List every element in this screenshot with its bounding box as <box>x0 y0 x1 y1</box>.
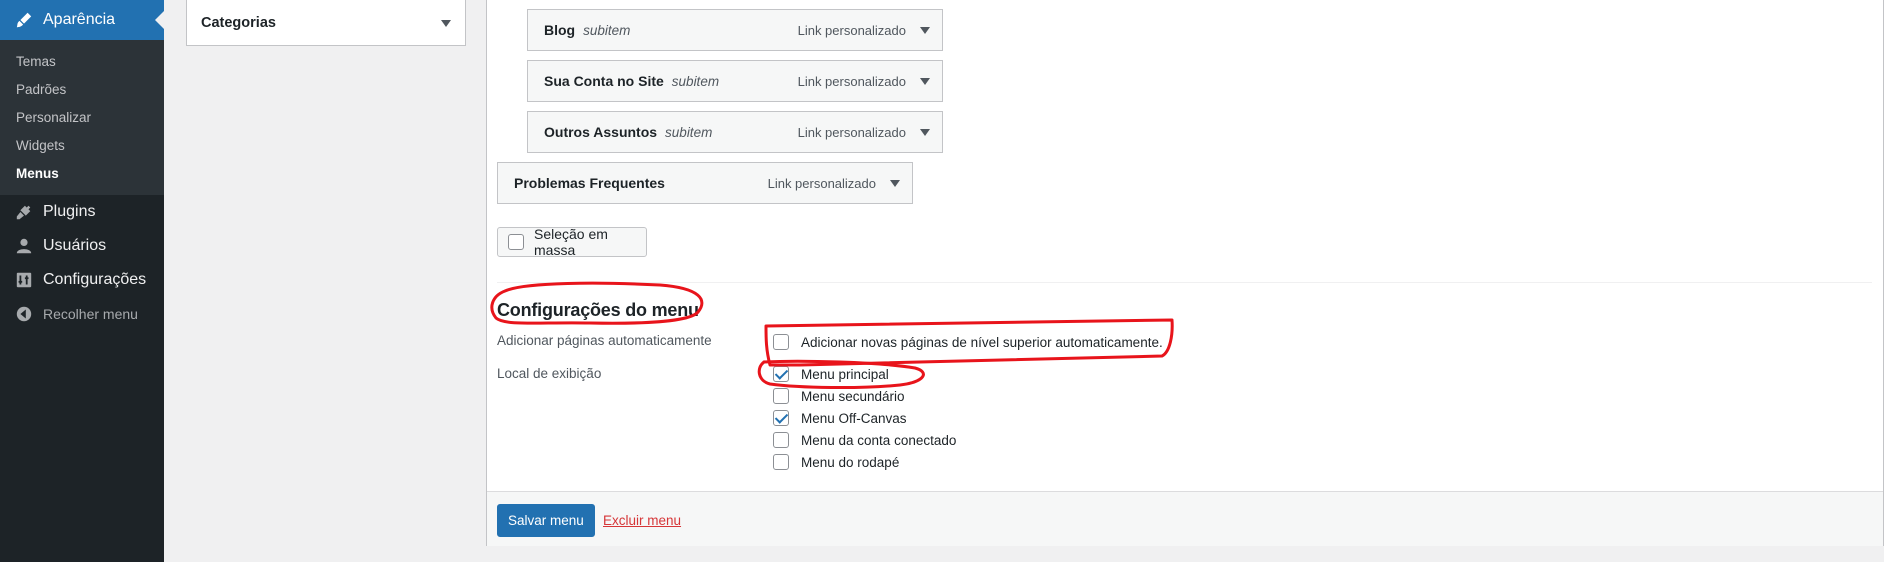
chevron-down-icon[interactable] <box>920 129 930 136</box>
menu-item-subtitle: subitem <box>583 22 631 38</box>
menu-item-title: Outros Assuntos <box>544 124 658 140</box>
bulk-select-button[interactable]: Seleção em massa <box>497 226 647 258</box>
menu-edit-panel: Blog subitem Link personalizado Sua Cont… <box>486 0 1884 546</box>
sidebar-item-label: Plugins <box>43 203 96 220</box>
collapse-icon <box>14 304 34 324</box>
location-label: Menu da conta conectado <box>801 432 957 448</box>
delete-menu-link[interactable]: Excluir menu <box>603 513 681 528</box>
auto-add-checkbox[interactable] <box>773 334 789 350</box>
submenu-menus[interactable]: Menus <box>0 160 164 188</box>
menu-item-outros-assuntos[interactable]: Outros Assuntos subitem Link personaliza… <box>527 111 943 153</box>
section-divider <box>497 282 1872 283</box>
user-icon <box>14 236 34 256</box>
location-option-secundario[interactable]: Menu secundário <box>773 386 905 406</box>
menu-item-type: Link personalizado <box>797 125 906 140</box>
location-checkbox-conta-conectado[interactable] <box>773 432 789 448</box>
menu-item-type: Link personalizado <box>767 176 876 191</box>
menu-item-title: Blog <box>544 22 576 38</box>
chevron-down-icon[interactable] <box>441 20 451 27</box>
menu-footer: Salvar menu Excluir menu <box>487 491 1883 546</box>
chevron-down-icon[interactable] <box>890 180 900 187</box>
categories-title: Categorias <box>201 14 276 31</box>
menu-item-problemas-frequentes[interactable]: Problemas Frequentes Link personalizado <box>497 162 913 204</box>
locations-label: Local de exibição <box>497 366 602 381</box>
sidebar-submenu: Temas Padrões Personalizar Widgets Menus <box>0 40 164 195</box>
location-label: Menu do rodapé <box>801 454 900 470</box>
chevron-down-icon[interactable] <box>920 78 930 85</box>
sidebar-item-label: Usuários <box>43 237 107 254</box>
sidebar-item-label: Configurações <box>43 271 147 288</box>
location-label: Menu secundário <box>801 388 905 404</box>
menu-item-subtitle: subitem <box>665 124 713 140</box>
paintbrush-icon <box>14 10 34 30</box>
admin-sidebar: Aparência Temas Padrões Personalizar Wid… <box>0 0 164 562</box>
menu-item-type: Link personalizado <box>797 23 906 38</box>
submenu-padroes[interactable]: Padrões <box>0 76 164 104</box>
location-label: Menu Off-Canvas <box>801 410 907 426</box>
sidebar-collapse-menu[interactable]: Recolher menu <box>0 297 164 331</box>
sidebar-item-plugins[interactable]: Plugins <box>0 195 164 229</box>
categories-accordion[interactable]: Categorias <box>186 0 466 46</box>
bulk-select-checkbox[interactable] <box>508 234 524 250</box>
auto-add-option[interactable]: Adicionar novas páginas de nível superio… <box>773 332 1163 352</box>
sidebar-item-label: Aparência <box>43 11 116 28</box>
menu-item-blog[interactable]: Blog subitem Link personalizado <box>527 9 943 51</box>
submenu-personalizar[interactable]: Personalizar <box>0 104 164 132</box>
menu-settings-title: Configurações do menu <box>497 300 699 320</box>
menu-item-title: Sua Conta no Site <box>544 73 664 89</box>
auto-add-label: Adicionar páginas automaticamente <box>497 333 712 348</box>
location-checkbox-secundario[interactable] <box>773 388 789 404</box>
bulk-select-label: Seleção em massa <box>534 226 608 258</box>
menu-item-subtitle: subitem <box>671 73 720 89</box>
location-checkbox-principal[interactable] <box>773 366 789 382</box>
plugin-icon <box>14 202 34 222</box>
save-menu-button[interactable]: Salvar menu <box>497 504 595 537</box>
submenu-widgets[interactable]: Widgets <box>0 132 164 160</box>
sidebar-item-aparencia[interactable]: Aparência <box>0 0 164 40</box>
location-checkbox-off-canvas[interactable] <box>773 410 789 426</box>
location-option-conta-conectado[interactable]: Menu da conta conectado <box>773 430 956 450</box>
location-option-rodape[interactable]: Menu do rodapé <box>773 452 899 472</box>
menu-item-title: Problemas Frequentes <box>514 175 665 191</box>
location-label: Menu principal <box>801 366 889 382</box>
auto-add-option-label: Adicionar novas páginas de nível superio… <box>801 334 1163 350</box>
location-option-off-canvas[interactable]: Menu Off-Canvas <box>773 408 907 428</box>
chevron-down-icon[interactable] <box>920 27 930 34</box>
active-pointer <box>155 11 164 29</box>
settings-icon <box>14 270 34 290</box>
location-option-principal[interactable]: Menu principal <box>773 364 889 384</box>
location-checkbox-rodape[interactable] <box>773 454 789 470</box>
submenu-temas[interactable]: Temas <box>0 48 164 76</box>
sidebar-item-label: Recolher menu <box>43 306 138 322</box>
menu-item-sua-conta[interactable]: Sua Conta no Site subitem Link personali… <box>527 60 943 102</box>
sidebar-item-usuarios[interactable]: Usuários <box>0 229 164 263</box>
menu-item-type: Link personalizado <box>797 74 906 89</box>
sidebar-item-configuracoes[interactable]: Configurações <box>0 263 164 297</box>
